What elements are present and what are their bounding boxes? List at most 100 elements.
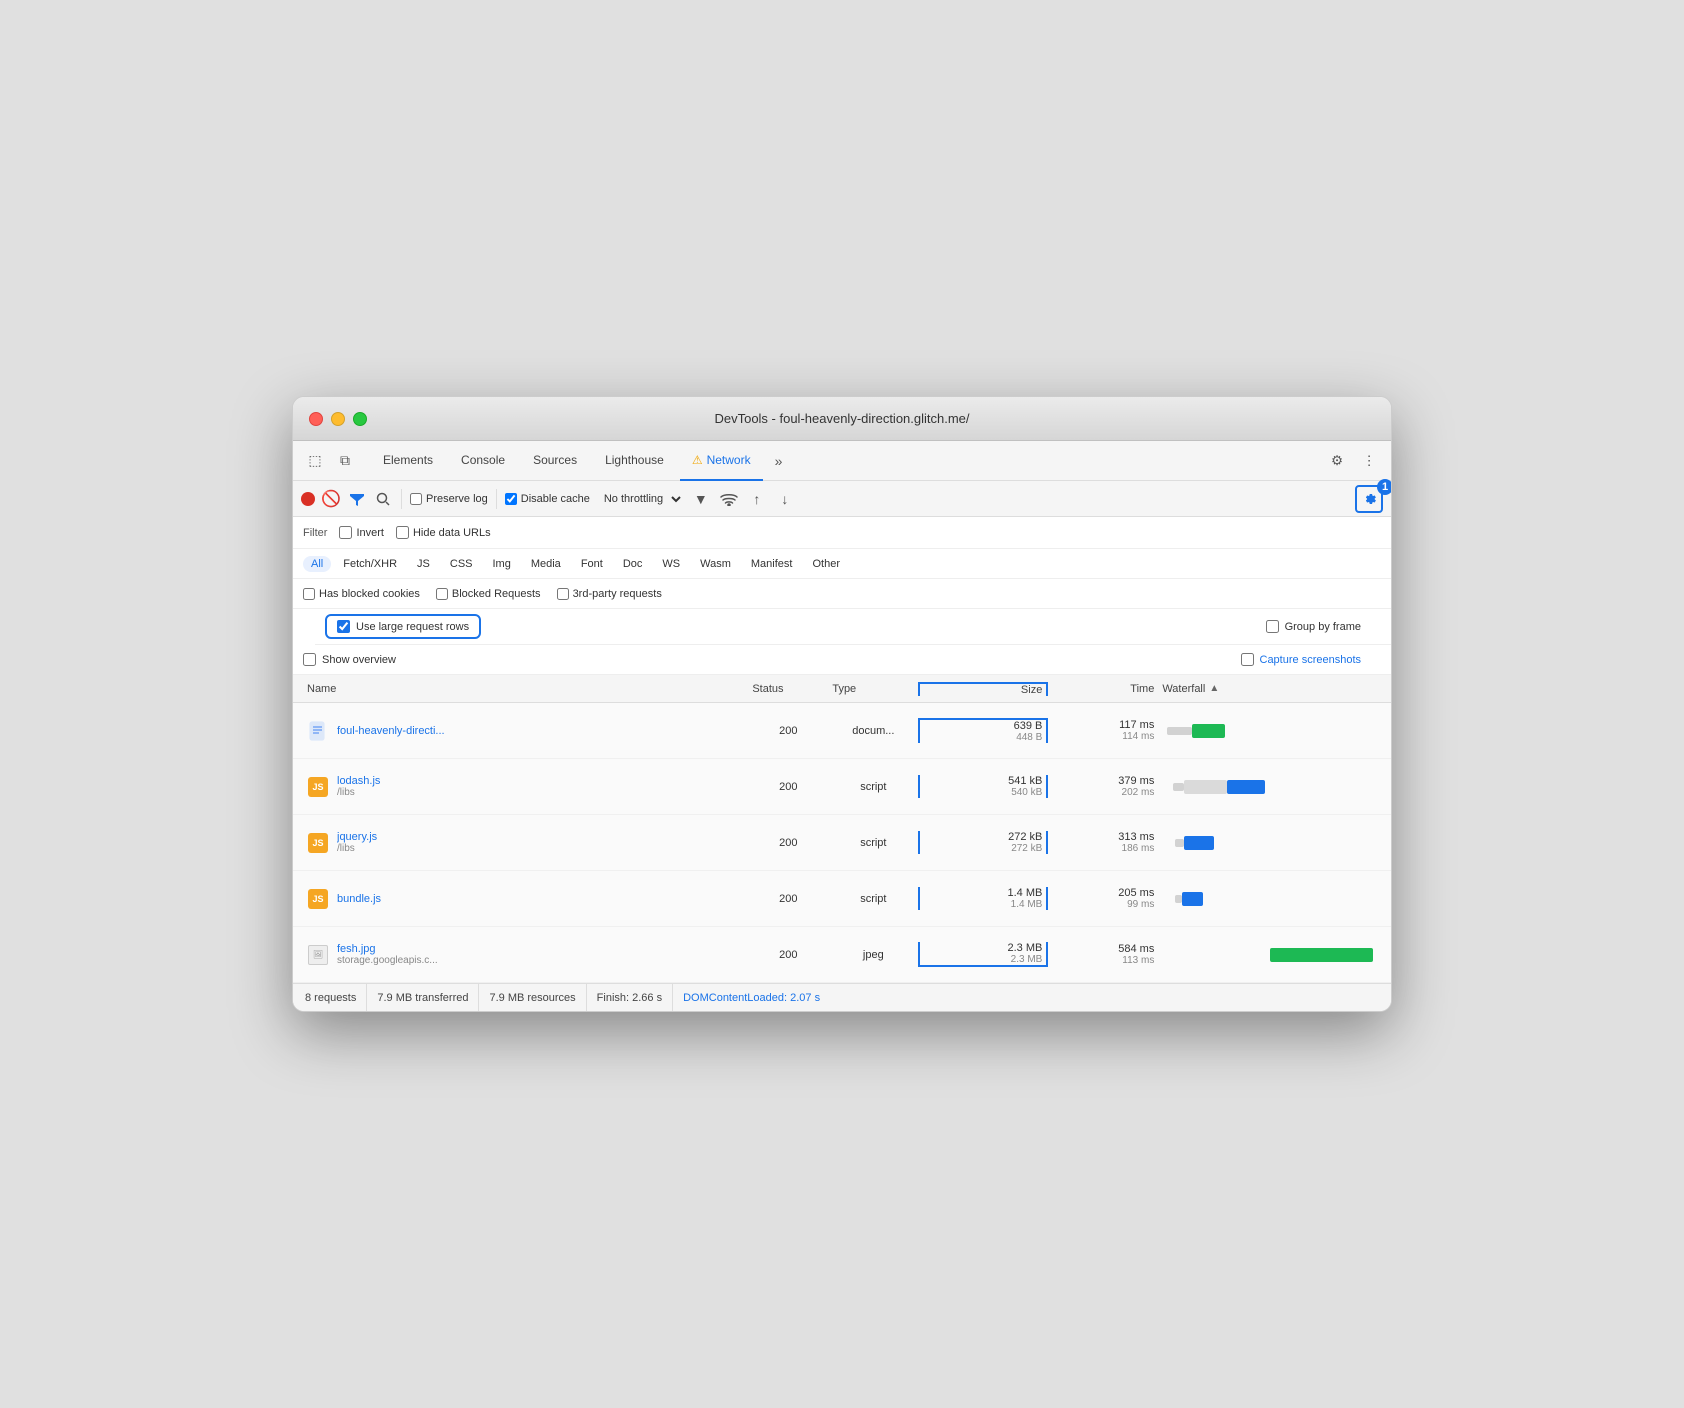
tab-network[interactable]: ⚠ Network xyxy=(680,441,763,481)
upload-icon[interactable]: ↑ xyxy=(746,488,768,510)
js-file-icon: JS xyxy=(307,776,329,798)
blocked-cookies-checkbox[interactable] xyxy=(303,588,315,600)
col-time-header[interactable]: Time xyxy=(1048,683,1158,695)
doc-file-icon xyxy=(307,720,329,742)
show-overview-label[interactable]: Show overview xyxy=(303,653,396,666)
type-img-button[interactable]: Img xyxy=(485,556,519,572)
resource-name: lodash.js xyxy=(337,775,380,787)
download-icon[interactable]: ↓ xyxy=(774,488,796,510)
options-row-wrapper: 2 Use large request rows Group by frame xyxy=(293,609,1391,645)
waterfall-cell xyxy=(1158,828,1381,858)
js-file-icon: JS xyxy=(307,888,329,910)
type-doc-button[interactable]: Doc xyxy=(615,556,651,572)
blocked-requests-checkbox[interactable] xyxy=(436,588,448,600)
finish-time: Finish: 2.66 s xyxy=(587,984,673,1011)
status-cell: 200 xyxy=(748,781,828,793)
warning-icon: ⚠ xyxy=(692,453,703,467)
disable-cache-label[interactable]: Disable cache xyxy=(505,493,590,505)
type-media-button[interactable]: Media xyxy=(523,556,569,572)
preserve-log-label[interactable]: Preserve log xyxy=(410,493,488,505)
waterfall-cell xyxy=(1158,772,1381,802)
blocked-requests-label[interactable]: Blocked Requests xyxy=(436,588,541,600)
hide-urls-label[interactable]: Hide data URLs xyxy=(396,526,491,539)
devtools-window: DevTools - foul-heavenly-direction.glitc… xyxy=(292,396,1392,1012)
throttle-arrow-icon[interactable]: ▼ xyxy=(690,488,712,510)
clear-icon[interactable]: 🚫 xyxy=(321,489,341,509)
type-other-button[interactable]: Other xyxy=(804,556,848,572)
group-frame-checkbox[interactable] xyxy=(1266,620,1279,633)
type-ws-button[interactable]: WS xyxy=(654,556,688,572)
size-cell: 541 kB 540 kB xyxy=(918,775,1048,798)
third-party-checkbox[interactable] xyxy=(557,588,569,600)
group-frame-label[interactable]: Group by frame xyxy=(1266,620,1361,633)
show-overview-checkbox[interactable] xyxy=(303,653,316,666)
type-all-button[interactable]: All xyxy=(303,556,331,572)
maximize-button[interactable] xyxy=(353,412,367,426)
search-icon[interactable] xyxy=(373,489,393,509)
col-size-header[interactable]: Size xyxy=(918,682,1048,696)
name-stack: fesh.jpg storage.googleapis.c... xyxy=(337,943,438,966)
size-cell: 639 B 448 B xyxy=(918,718,1048,743)
capture-screenshots-checkbox[interactable] xyxy=(1241,653,1254,666)
transferred-size: 7.9 MB transferred xyxy=(367,984,479,1011)
tab-sources[interactable]: Sources xyxy=(521,441,589,481)
table-row[interactable]: JS bundle.js 200 script 1.4 MB 1.4 MB xyxy=(293,871,1391,927)
type-js-button[interactable]: JS xyxy=(409,556,438,572)
table-row[interactable]: 🖼 fesh.jpg storage.googleapis.c... 200 j… xyxy=(293,927,1391,983)
table-row[interactable]: JS lodash.js /libs 200 script 541 kB 540… xyxy=(293,759,1391,815)
network-toolbar: 🚫 Preserve log Disable cache xyxy=(293,481,1391,517)
window-title: DevTools - foul-heavenly-direction.glitc… xyxy=(714,411,969,426)
large-rows-label[interactable]: Use large request rows xyxy=(325,614,481,639)
disable-cache-checkbox[interactable] xyxy=(505,493,517,505)
time-cell: 117 ms 114 ms xyxy=(1048,719,1158,742)
tab-elements[interactable]: Elements xyxy=(371,441,445,481)
type-css-button[interactable]: CSS xyxy=(442,556,481,572)
type-font-button[interactable]: Font xyxy=(573,556,611,572)
blocked-cookies-label[interactable]: Has blocked cookies xyxy=(303,588,420,600)
type-cell: jpeg xyxy=(828,949,918,961)
type-wasm-button[interactable]: Wasm xyxy=(692,556,739,572)
time-cell: 313 ms 186 ms xyxy=(1048,831,1158,854)
table-row[interactable]: JS jquery.js /libs 200 script 272 kB 272… xyxy=(293,815,1391,871)
filter-row: Filter Invert Hide data URLs xyxy=(293,517,1391,549)
cursor-icon[interactable]: ⬚ xyxy=(301,447,329,475)
options-row: Use large request rows Group by frame xyxy=(315,609,1391,645)
minimize-button[interactable] xyxy=(331,412,345,426)
col-status-header[interactable]: Status xyxy=(748,683,828,695)
network-settings-button[interactable]: 1 xyxy=(1355,485,1383,513)
status-cell: 200 xyxy=(748,837,828,849)
settings-gear-icon[interactable]: ⚙ xyxy=(1323,447,1351,475)
filter-label: Filter xyxy=(303,527,327,539)
tab-lighthouse[interactable]: Lighthouse xyxy=(593,441,676,481)
status-cell: 200 xyxy=(748,725,828,737)
table-header: Name Status Type Size Time Waterfall ▲ xyxy=(293,675,1391,703)
throttle-select[interactable]: No throttling xyxy=(596,492,684,506)
record-button[interactable] xyxy=(301,492,315,506)
divider xyxy=(401,489,402,509)
capture-screenshots-label[interactable]: Capture screenshots xyxy=(1241,653,1362,666)
invert-checkbox[interactable] xyxy=(339,526,352,539)
type-manifest-button[interactable]: Manifest xyxy=(743,556,801,572)
table-row[interactable]: foul-heavenly-directi... 200 docum... 63… xyxy=(293,703,1391,759)
preserve-log-checkbox[interactable] xyxy=(410,493,422,505)
large-rows-checkbox[interactable] xyxy=(337,620,350,633)
invert-label[interactable]: Invert xyxy=(339,526,384,539)
time-cell: 584 ms 113 ms xyxy=(1048,943,1158,966)
type-fetch-button[interactable]: Fetch/XHR xyxy=(335,556,405,572)
waterfall-cell xyxy=(1158,940,1381,970)
device-icon[interactable]: ⧉ xyxy=(331,447,359,475)
hide-urls-checkbox[interactable] xyxy=(396,526,409,539)
col-waterfall-header[interactable]: Waterfall ▲ xyxy=(1158,683,1381,695)
type-cell: script xyxy=(828,893,918,905)
third-party-label[interactable]: 3rd-party requests xyxy=(557,588,662,600)
resources-size: 7.9 MB resources xyxy=(479,984,586,1011)
close-button[interactable] xyxy=(309,412,323,426)
name-stack: jquery.js /libs xyxy=(337,831,377,854)
col-type-header[interactable]: Type xyxy=(828,683,918,695)
resource-path: /libs xyxy=(337,787,380,798)
filter-icon[interactable] xyxy=(347,489,367,509)
more-options-icon[interactable]: ⋮ xyxy=(1355,447,1383,475)
tab-console[interactable]: Console xyxy=(449,441,517,481)
tab-more-button[interactable]: » xyxy=(767,441,791,481)
col-name-header[interactable]: Name xyxy=(303,683,748,695)
